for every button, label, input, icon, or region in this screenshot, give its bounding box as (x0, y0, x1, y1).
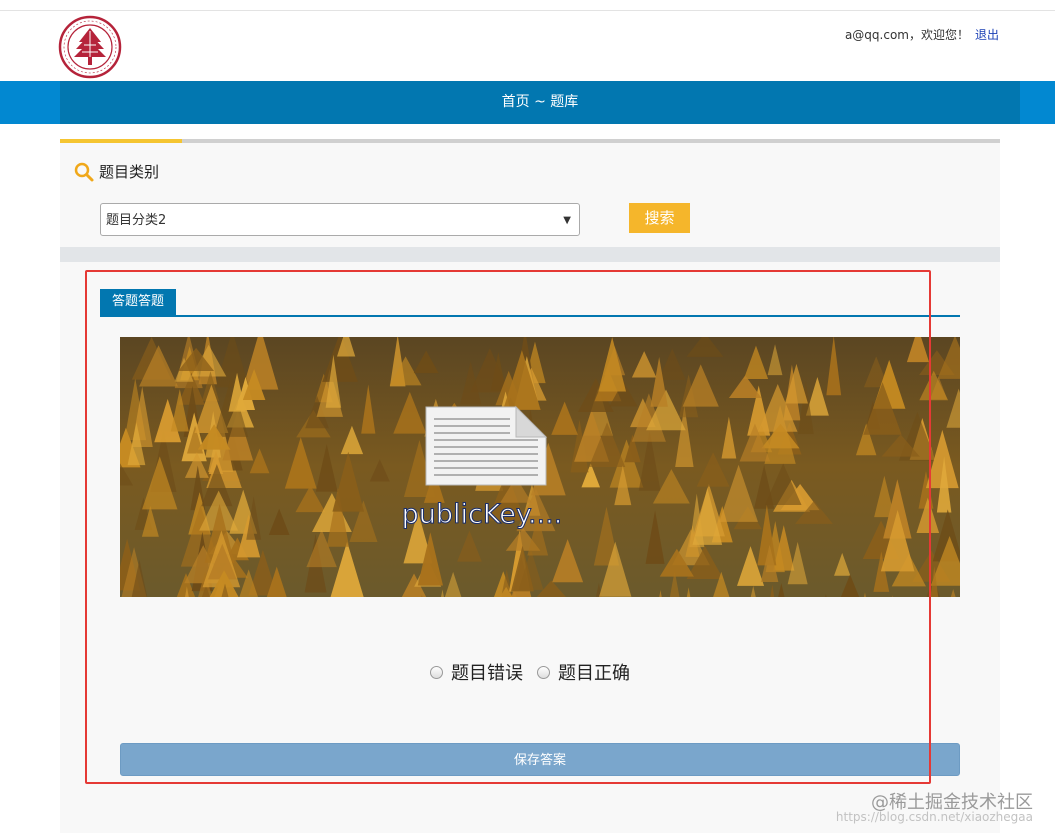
option-wrong[interactable]: 题目错误 (430, 659, 523, 685)
top-divider (0, 10, 1055, 11)
tab-underline (100, 315, 960, 317)
watermark-url: https://blog.csdn.net/xiaozhegaa (835, 810, 1033, 824)
answer-options: 题目错误 题目正确 (60, 659, 1000, 689)
option-wrong-label: 题目错误 (451, 663, 523, 684)
section-separator (60, 247, 1000, 262)
question-image: publicKey.... (120, 337, 960, 597)
search-icon (73, 161, 95, 183)
panel-top-border (60, 139, 1000, 143)
chevron-down-icon: ▼ (563, 215, 571, 226)
panel-top-accent (60, 139, 182, 143)
main-panel: 题目类别 题目分类2 ▼ 搜索 答题答题 publicKey.... 题目错误 … (60, 139, 1000, 833)
user-greeting: a@qq.com，欢迎您！ (844, 28, 969, 42)
radio-correct[interactable] (537, 665, 550, 679)
user-info: a@qq.com，欢迎您！ 退出 (845, 26, 999, 43)
tab-answer[interactable]: 答题答题 (100, 289, 176, 315)
file-name-caption: publicKey.... (402, 499, 563, 530)
file-icon (425, 405, 548, 486)
breadcrumb: 首页 ~ 题库 (60, 81, 1020, 124)
university-logo (58, 15, 122, 79)
radio-wrong[interactable] (430, 665, 443, 679)
option-correct[interactable]: 题目正确 (537, 659, 630, 685)
category-title: 题目类别 (99, 163, 160, 181)
save-answer-button[interactable]: 保存答案 (120, 743, 960, 776)
category-select-value: 题目分类2 (106, 213, 167, 228)
option-correct-label: 题目正确 (558, 663, 630, 684)
nav-bar: 首页 ~ 题库 (0, 81, 1055, 124)
category-select[interactable]: 题目分类2 ▼ (100, 203, 580, 236)
search-button[interactable]: 搜索 (629, 203, 690, 233)
logout-link[interactable]: 退出 (975, 28, 999, 42)
